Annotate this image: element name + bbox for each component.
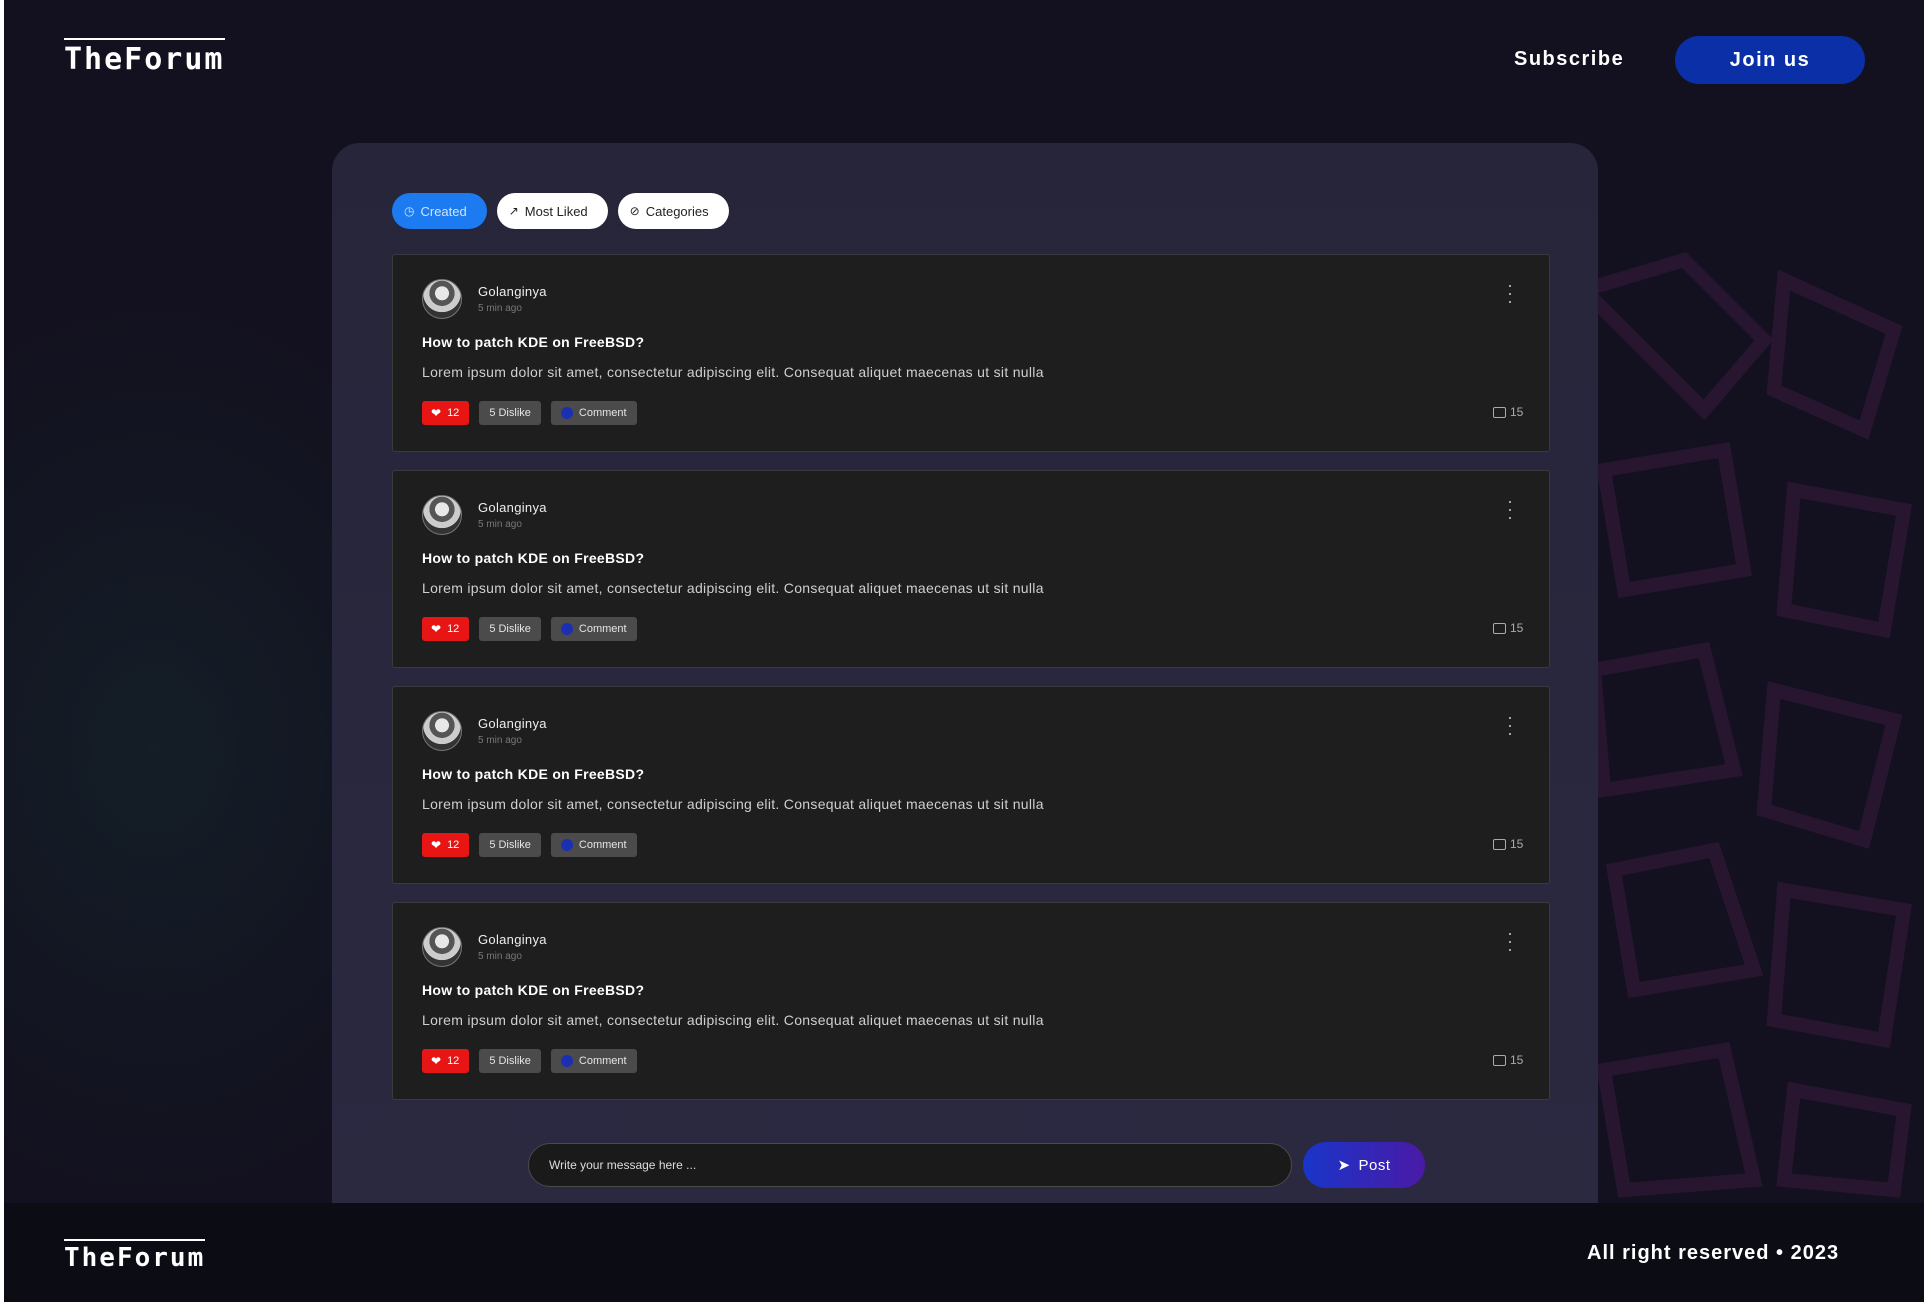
tab-label: Categories [645,203,709,219]
avatar[interactable] [422,711,462,751]
message-composer [528,1143,1292,1187]
comment-count-value: 15 [1510,837,1524,851]
dislike-button[interactable]: 5 Dislike [479,1049,541,1073]
comment-dot-icon [560,407,573,419]
avatar[interactable] [422,495,462,535]
join-button[interactable]: Join us [1675,36,1865,84]
message-input[interactable] [549,1158,1271,1172]
heart-icon: ❤ [431,406,442,420]
dislike-button[interactable]: 5 Dislike [479,401,541,425]
comment-count-value: 15 [1510,621,1524,635]
post-title[interactable]: How to patch KDE on FreeBSD? [422,550,644,566]
post-card: Golanginya 5 min ago · · · How to patch KD… [392,902,1550,1100]
post-time: 5 min ago [478,303,522,314]
post-author[interactable]: Golanginya [478,716,547,731]
like-button[interactable]: ❤ 12 [422,833,470,857]
post-body: Lorem ipsum dolor sit amet, consectetur … [422,364,1044,380]
more-options-icon[interactable]: · · · [1503,924,1517,958]
post-title[interactable]: How to patch KDE on FreeBSD? [422,334,644,350]
dislike-button[interactable]: 5 Dislike [479,617,541,641]
comment-count[interactable]: 15 [1493,837,1523,851]
clock-icon: ◷ [404,204,415,218]
background-pattern [1570,252,1913,1198]
page-frame: TheForum Subscribe Join us ◷ Created ↗ M… [4,0,1924,1302]
post-button[interactable]: ➤ Post [1303,1142,1425,1188]
more-options-icon[interactable]: · · · [1503,708,1517,742]
chat-bubble-icon [1493,406,1506,418]
tab-label: Created [420,203,467,219]
more-options-icon[interactable]: · · · [1503,276,1517,310]
heart-icon: ❤ [431,622,442,636]
comment-count[interactable]: 15 [1493,405,1523,419]
chat-bubble-icon [1493,622,1506,634]
copyright-text: All right reserved • 2023 [1587,1242,1840,1264]
post-card: Golanginya 5 min ago · · · How to patch KD… [392,254,1550,452]
chat-bubble-icon [1493,1054,1506,1066]
comment-button[interactable]: Comment [550,617,637,641]
arrow-up-right-icon: ↗ [508,204,519,218]
post-time: 5 min ago [478,519,522,530]
footer-logo[interactable]: TheForum [64,1239,206,1273]
chat-bubble-icon [1493,838,1506,850]
post-actions: ❤ 12 5 Dislike Comment [422,833,637,857]
comment-label: Comment [578,839,627,851]
tab-most-liked[interactable]: ↗ Most Liked [496,193,608,229]
more-options-icon[interactable]: · · · [1503,492,1517,526]
like-button[interactable]: ❤ 12 [422,617,470,641]
post-author[interactable]: Golanginya [478,284,547,299]
like-count: 12 [447,839,460,851]
like-count: 12 [447,1055,460,1067]
comment-count-value: 15 [1510,405,1524,419]
post-body: Lorem ipsum dolor sit amet, consectetur … [422,796,1044,812]
comment-button[interactable]: Comment [550,1049,637,1073]
send-icon: ➤ [1337,1157,1351,1174]
avatar[interactable] [422,927,462,967]
comment-dot-icon [560,1055,573,1067]
comment-count[interactable]: 15 [1493,1053,1523,1067]
filter-tabs: ◷ Created ↗ Most Liked ⊘ Categories [392,193,729,229]
post-actions: ❤ 12 5 Dislike Comment [422,617,637,641]
comment-label: Comment [578,1055,627,1067]
post-card: Golanginya 5 min ago · · · How to patch KD… [392,686,1550,884]
post-author[interactable]: Golanginya [478,932,547,947]
post-time: 5 min ago [478,735,522,746]
heart-icon: ❤ [431,838,442,852]
heart-icon: ❤ [431,1054,442,1068]
comment-button[interactable]: Comment [550,401,637,425]
tab-categories[interactable]: ⊘ Categories [617,193,729,229]
like-button[interactable]: ❤ 12 [422,401,470,425]
post-body: Lorem ipsum dolor sit amet, consectetur … [422,1012,1044,1028]
post-title[interactable]: How to patch KDE on FreeBSD? [422,766,644,782]
comment-label: Comment [578,623,627,635]
comment-button[interactable]: Comment [550,833,637,857]
avatar[interactable] [422,279,462,319]
comment-count-value: 15 [1510,1053,1524,1067]
posts-panel: ◷ Created ↗ Most Liked ⊘ Categories Gola… [332,143,1598,1203]
comment-count[interactable]: 15 [1493,621,1523,635]
post-button-label: Post [1358,1156,1391,1174]
like-count: 12 [447,623,460,635]
like-button[interactable]: ❤ 12 [422,1049,470,1073]
check-circle-icon: ⊘ [629,204,640,218]
like-count: 12 [447,407,460,419]
comment-dot-icon [560,839,573,851]
post-actions: ❤ 12 5 Dislike Comment [422,401,637,425]
comment-dot-icon [560,623,573,635]
post-actions: ❤ 12 5 Dislike Comment [422,1049,637,1073]
tab-created[interactable]: ◷ Created [392,193,487,229]
post-author[interactable]: Golanginya [478,500,547,515]
post-title[interactable]: How to patch KDE on FreeBSD? [422,982,644,998]
dislike-button[interactable]: 5 Dislike [479,833,541,857]
post-time: 5 min ago [478,951,522,962]
subscribe-link[interactable]: Subscribe [1514,48,1624,71]
logo[interactable]: TheForum [64,38,225,77]
comment-label: Comment [578,407,627,419]
tab-label: Most Liked [524,203,588,219]
post-card: Golanginya 5 min ago · · · How to patch KD… [392,470,1550,668]
post-body: Lorem ipsum dolor sit amet, consectetur … [422,580,1044,596]
